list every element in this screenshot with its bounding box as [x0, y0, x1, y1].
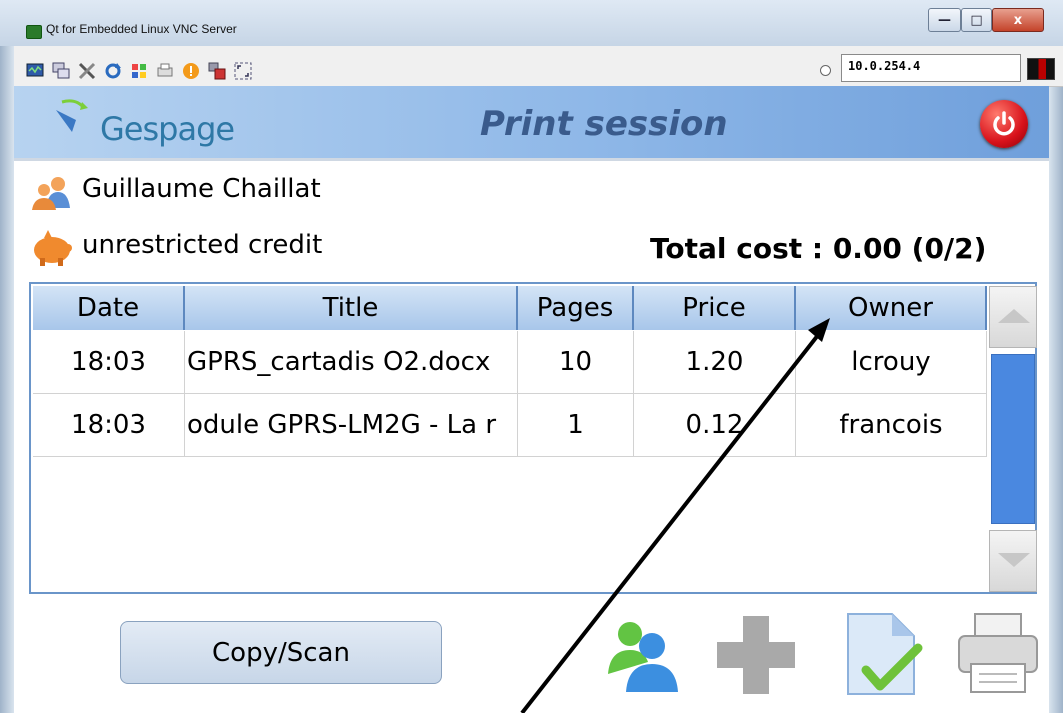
window-title: Qt for Embedded Linux VNC Server [46, 22, 237, 36]
cell-price: 0.12 [634, 394, 796, 456]
column-header-title[interactable]: Title [185, 286, 518, 330]
arrow-up-icon [998, 309, 1030, 323]
column-header-owner[interactable]: Owner [796, 286, 987, 330]
gespage-logo-icon [56, 99, 88, 132]
app-icon [26, 25, 42, 39]
window-right-edge [1049, 86, 1063, 713]
vnc-window: Qt for Embedded Linux VNC Server — □ x 1… [0, 0, 1063, 713]
gespage-logo-text: Gespage [100, 110, 235, 148]
disconnect-icon[interactable] [208, 62, 226, 80]
print-jobs-table: Date Title Pages Price Owner 18:03 GPRS_… [29, 282, 1037, 594]
printer-small-icon[interactable] [156, 62, 174, 80]
fullscreen-icon[interactable] [234, 62, 252, 80]
tools-icon[interactable] [78, 62, 96, 80]
windows-logo-icon[interactable] [130, 62, 148, 80]
user-icon [32, 177, 70, 210]
window-left-edge [0, 46, 14, 713]
cell-title: GPRS_cartadis O2.docx [185, 331, 518, 393]
close-button[interactable]: x [992, 8, 1044, 32]
arrow-down-icon [998, 553, 1030, 567]
monitor-icon[interactable] [26, 62, 44, 80]
add-icon[interactable] [713, 612, 799, 698]
alert-icon[interactable] [182, 62, 200, 80]
cell-date: 18:03 [33, 331, 185, 393]
power-button[interactable] [980, 100, 1028, 148]
power-icon [993, 111, 1015, 136]
column-header-pages[interactable]: Pages [518, 286, 634, 330]
cell-pages: 1 [518, 394, 634, 456]
app-banner: Gespage Print session [14, 86, 1049, 161]
cell-pages: 10 [518, 331, 634, 393]
keyboard-flag-icon[interactable] [1027, 58, 1055, 80]
column-header-date[interactable]: Date [33, 286, 185, 330]
title-bar: Qt for Embedded Linux VNC Server — □ x [0, 0, 1063, 46]
cell-owner: lcrouy [796, 331, 987, 393]
copy-scan-button[interactable]: Copy/Scan [120, 621, 442, 684]
copy-windows-icon[interactable] [52, 62, 70, 80]
connection-radio[interactable] [820, 65, 831, 76]
validate-document-icon[interactable] [838, 612, 924, 698]
page-title: Print session [480, 104, 728, 144]
ip-address-field[interactable]: 10.0.254.4 [841, 54, 1021, 82]
user-name: Guillaume Chaillat [82, 174, 321, 204]
scrollbar-thumb[interactable] [991, 354, 1035, 524]
cell-price: 1.20 [634, 331, 796, 393]
refresh-icon[interactable] [104, 62, 122, 80]
scroll-down-button[interactable] [989, 530, 1037, 592]
cell-title: odule GPRS-LM2G - La r [185, 394, 518, 456]
table-row[interactable]: 18:03 GPRS_cartadis O2.docx 10 1.20 lcro… [33, 331, 987, 394]
printer-icon[interactable] [955, 612, 1041, 698]
table-row[interactable]: 18:03 odule GPRS-LM2G - La r 1 0.12 fran… [33, 394, 987, 457]
maximize-button[interactable]: □ [961, 8, 992, 32]
cell-date: 18:03 [33, 394, 185, 456]
vnc-toolbar: 10.0.254.4 [14, 46, 1063, 87]
credit-text: unrestricted credit [82, 230, 323, 260]
column-header-price[interactable]: Price [634, 286, 796, 330]
total-cost: Total cost : 0.00 (0/2) [650, 232, 987, 265]
users-icon[interactable] [600, 612, 686, 698]
cell-owner: francois [796, 394, 987, 456]
minimize-button[interactable]: — [928, 8, 961, 32]
scroll-up-button[interactable] [989, 286, 1037, 348]
piggy-bank-icon [34, 230, 72, 266]
table-header: Date Title Pages Price Owner [33, 286, 987, 330]
